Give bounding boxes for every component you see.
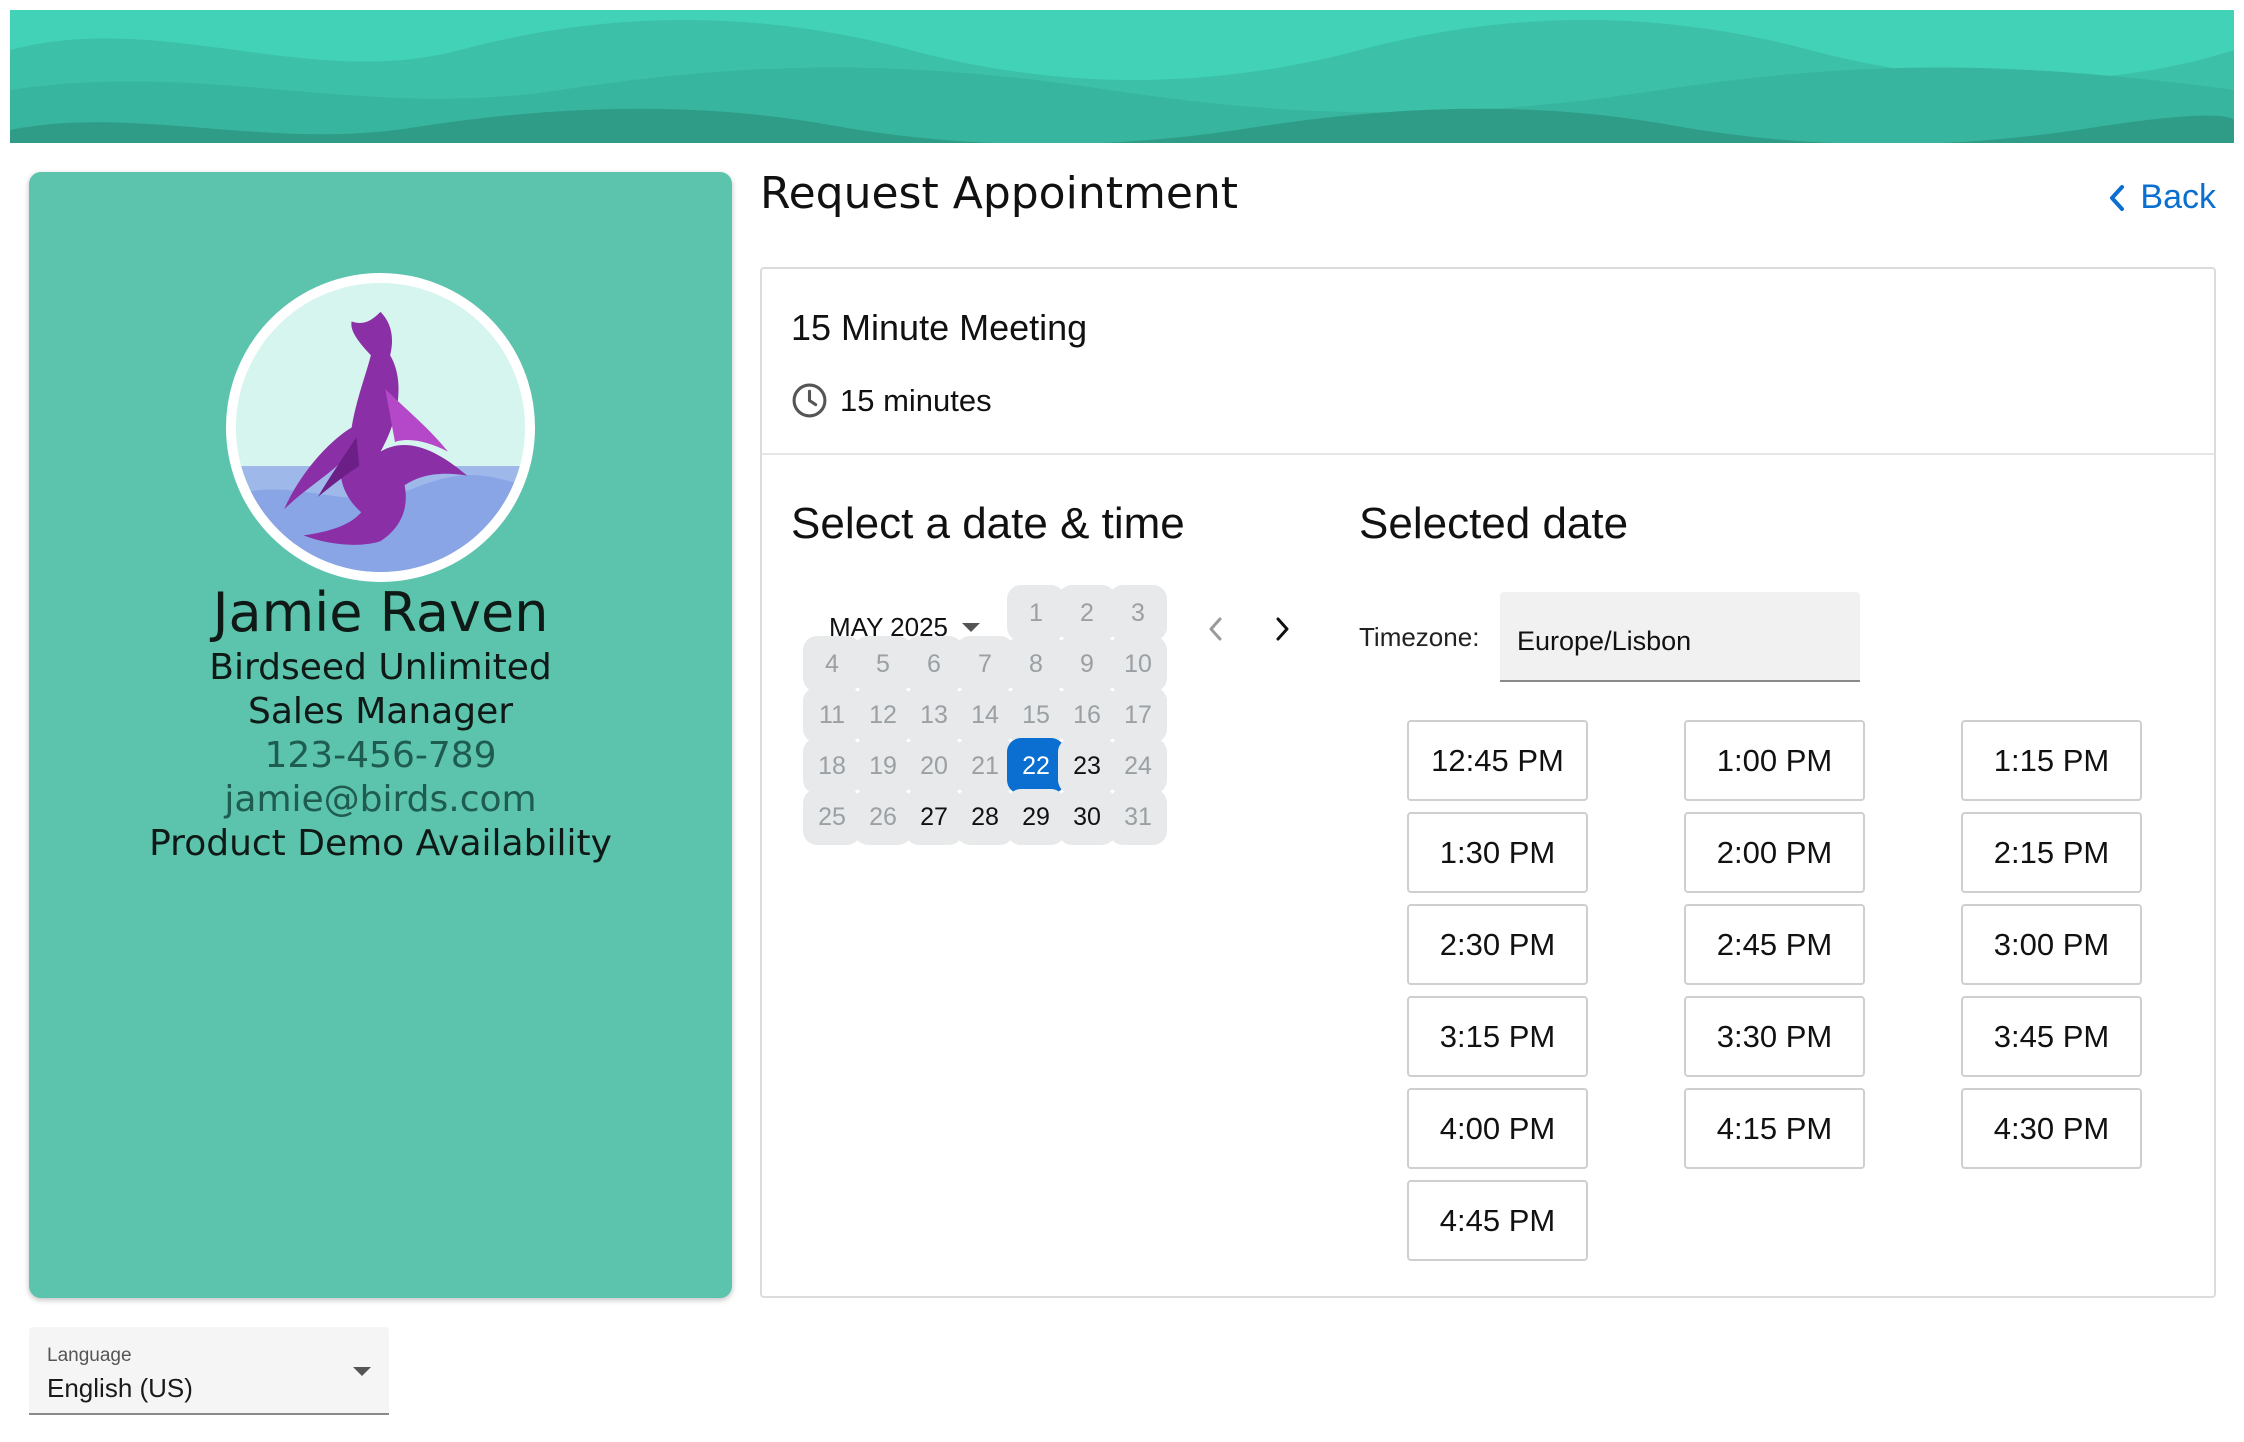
divider <box>762 453 2214 455</box>
calendar-day: 16 <box>1058 687 1116 743</box>
calendar-day: 6 <box>905 636 963 692</box>
calendar-day: 11 <box>803 687 861 743</box>
back-button[interactable]: Back <box>2108 178 2216 217</box>
time-slot-button[interactable]: 2:15 PM <box>1961 812 2142 893</box>
page-title: Request Appointment <box>760 168 1239 219</box>
calendar-day: 14 <box>956 687 1014 743</box>
calendar-day: 18 <box>803 738 861 794</box>
duration-label: 15 minutes <box>840 382 992 418</box>
calendar-day: 17 <box>1109 687 1167 743</box>
calendar-section-title: Select a date & time <box>791 499 1185 548</box>
time-slot-button[interactable]: 3:30 PM <box>1684 996 1865 1077</box>
calendar-day: 19 <box>854 738 912 794</box>
time-slot-button[interactable]: 2:30 PM <box>1407 904 1588 985</box>
time-slot-button[interactable]: 3:15 PM <box>1407 996 1588 1077</box>
caret-down-icon <box>962 623 981 632</box>
time-slot-button[interactable]: 3:45 PM <box>1961 996 2142 1077</box>
profile-details: Jamie Raven Birdseed Unlimited Sales Man… <box>29 580 732 866</box>
profile-email[interactable]: jamie@birds.com <box>29 778 732 822</box>
calendar-day: 26 <box>854 789 912 845</box>
calendar-day: 4 <box>803 636 861 692</box>
calendar-day: 2 <box>1058 585 1116 641</box>
time-slot-button[interactable]: 1:00 PM <box>1684 720 1865 801</box>
profile-phone[interactable]: 123-456-789 <box>29 734 732 778</box>
calendar-day[interactable]: 28 <box>956 789 1014 845</box>
avatar <box>226 273 535 582</box>
language-label: Language <box>47 1345 132 1366</box>
timezone-label: Timezone: <box>1359 622 1480 652</box>
wave-decoration <box>10 20 2234 143</box>
selected-date-title: Selected date <box>1359 499 1629 548</box>
language-value: English (US) <box>47 1373 193 1403</box>
meeting-title: 15 Minute Meeting <box>791 307 1088 348</box>
dragon-avatar-icon <box>236 283 525 572</box>
calendar-day: 12 <box>854 687 912 743</box>
calendar-day: 13 <box>905 687 963 743</box>
calendar-day: 20 <box>905 738 963 794</box>
calendar-day[interactable]: 29 <box>1007 789 1065 845</box>
calendar-day: 25 <box>803 789 861 845</box>
header-banner <box>10 10 2234 143</box>
time-slot-button[interactable]: 1:15 PM <box>1961 720 2142 801</box>
language-select[interactable]: Language English (US) <box>29 1327 389 1415</box>
profile-company: Birdseed Unlimited <box>209 647 552 688</box>
calendar-day[interactable]: 27 <box>905 789 963 845</box>
calendar-day: 7 <box>956 636 1014 692</box>
time-slot-button[interactable]: 4:15 PM <box>1684 1088 1865 1169</box>
calendar-day: 1 <box>1007 585 1065 641</box>
calendar-day[interactable]: 30 <box>1058 789 1116 845</box>
calendar-day: 9 <box>1058 636 1116 692</box>
chevron-left-icon <box>2110 184 2125 211</box>
timezone-select[interactable]: Europe/Lisbon <box>1500 592 1860 682</box>
calendar-day: 10 <box>1109 636 1167 692</box>
time-slot-button[interactable]: 1:30 PM <box>1407 812 1588 893</box>
clock-icon <box>792 383 827 418</box>
profile-name: Jamie Raven <box>212 581 549 644</box>
caret-down-icon <box>353 1367 371 1376</box>
back-label: Back <box>2140 178 2216 216</box>
chevron-right-icon <box>1276 617 1289 641</box>
calendar-day: 24 <box>1109 738 1167 794</box>
calendar-day: 31 <box>1109 789 1167 845</box>
meeting-duration: 15 minutes <box>791 382 992 419</box>
calendar-day: 8 <box>1007 636 1065 692</box>
calendar-day: 5 <box>854 636 912 692</box>
calendar-day: 15 <box>1007 687 1065 743</box>
chevron-left-icon <box>1209 617 1222 641</box>
next-month-button[interactable] <box>1263 609 1303 649</box>
timezone-value: Europe/Lisbon <box>1517 626 1692 656</box>
calendar-day: 21 <box>956 738 1014 794</box>
calendar-day: 3 <box>1109 585 1167 641</box>
calendar-day-selected[interactable]: 22 <box>1007 738 1065 794</box>
time-slot-button[interactable]: 4:30 PM <box>1961 1088 2142 1169</box>
profile-job-title: Sales Manager <box>247 691 514 732</box>
time-slot-button[interactable]: 2:00 PM <box>1684 812 1865 893</box>
calendar-name: Product Demo Availability <box>149 823 612 864</box>
profile-card: Jamie Raven Birdseed Unlimited Sales Man… <box>29 172 732 1298</box>
time-slot-button[interactable]: 4:00 PM <box>1407 1088 1588 1169</box>
time-slot-button[interactable]: 2:45 PM <box>1684 904 1865 985</box>
time-slot-button[interactable]: 3:00 PM <box>1961 904 2142 985</box>
booking-card: 15 Minute Meeting 15 minutes Select a da… <box>760 267 2216 1298</box>
prev-month-button[interactable] <box>1195 609 1235 649</box>
time-slot-button[interactable]: 12:45 PM <box>1407 720 1588 801</box>
time-slot-button[interactable]: 4:45 PM <box>1407 1180 1588 1261</box>
calendar-day[interactable]: 23 <box>1058 738 1116 794</box>
